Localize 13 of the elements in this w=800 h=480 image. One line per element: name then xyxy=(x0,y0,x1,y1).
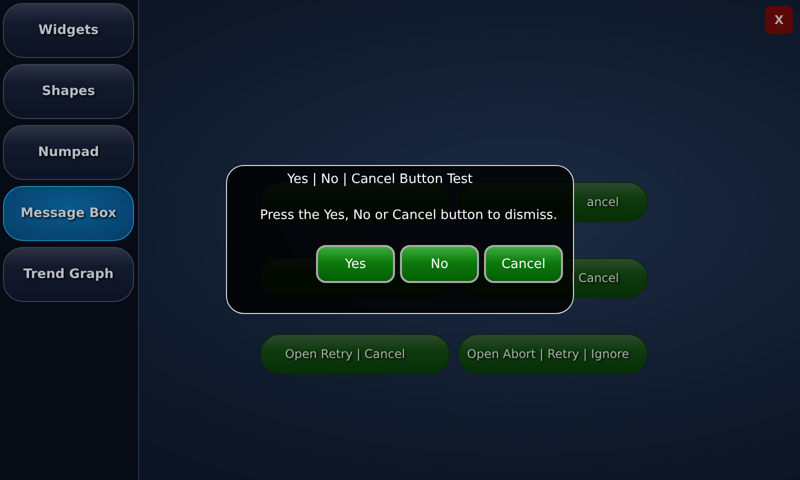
dialog-message: Press the Yes, No or Cancel button to dismiss. xyxy=(260,208,558,223)
nav-tab[interactable]: Shapes xyxy=(3,64,134,119)
dialog-button[interactable]: No xyxy=(400,245,479,283)
nav-tab[interactable]: Trend Graph xyxy=(3,247,134,302)
nav-tab[interactable]: Numpad xyxy=(3,125,134,180)
open-button[interactable]: Open Retry | Cancel xyxy=(260,334,450,374)
dialog-title: Yes | No | Cancel Button Test xyxy=(286,172,474,187)
dialog-button[interactable]: Yes xyxy=(316,245,395,283)
open-button[interactable]: Open Abort | Retry | Ignore xyxy=(458,334,648,374)
dialog-button[interactable]: Cancel xyxy=(484,245,563,283)
nav-tab[interactable]: Widgets xyxy=(3,3,134,58)
close-button[interactable]: X xyxy=(765,6,793,34)
nav-tab[interactable]: Message Box xyxy=(3,186,134,241)
